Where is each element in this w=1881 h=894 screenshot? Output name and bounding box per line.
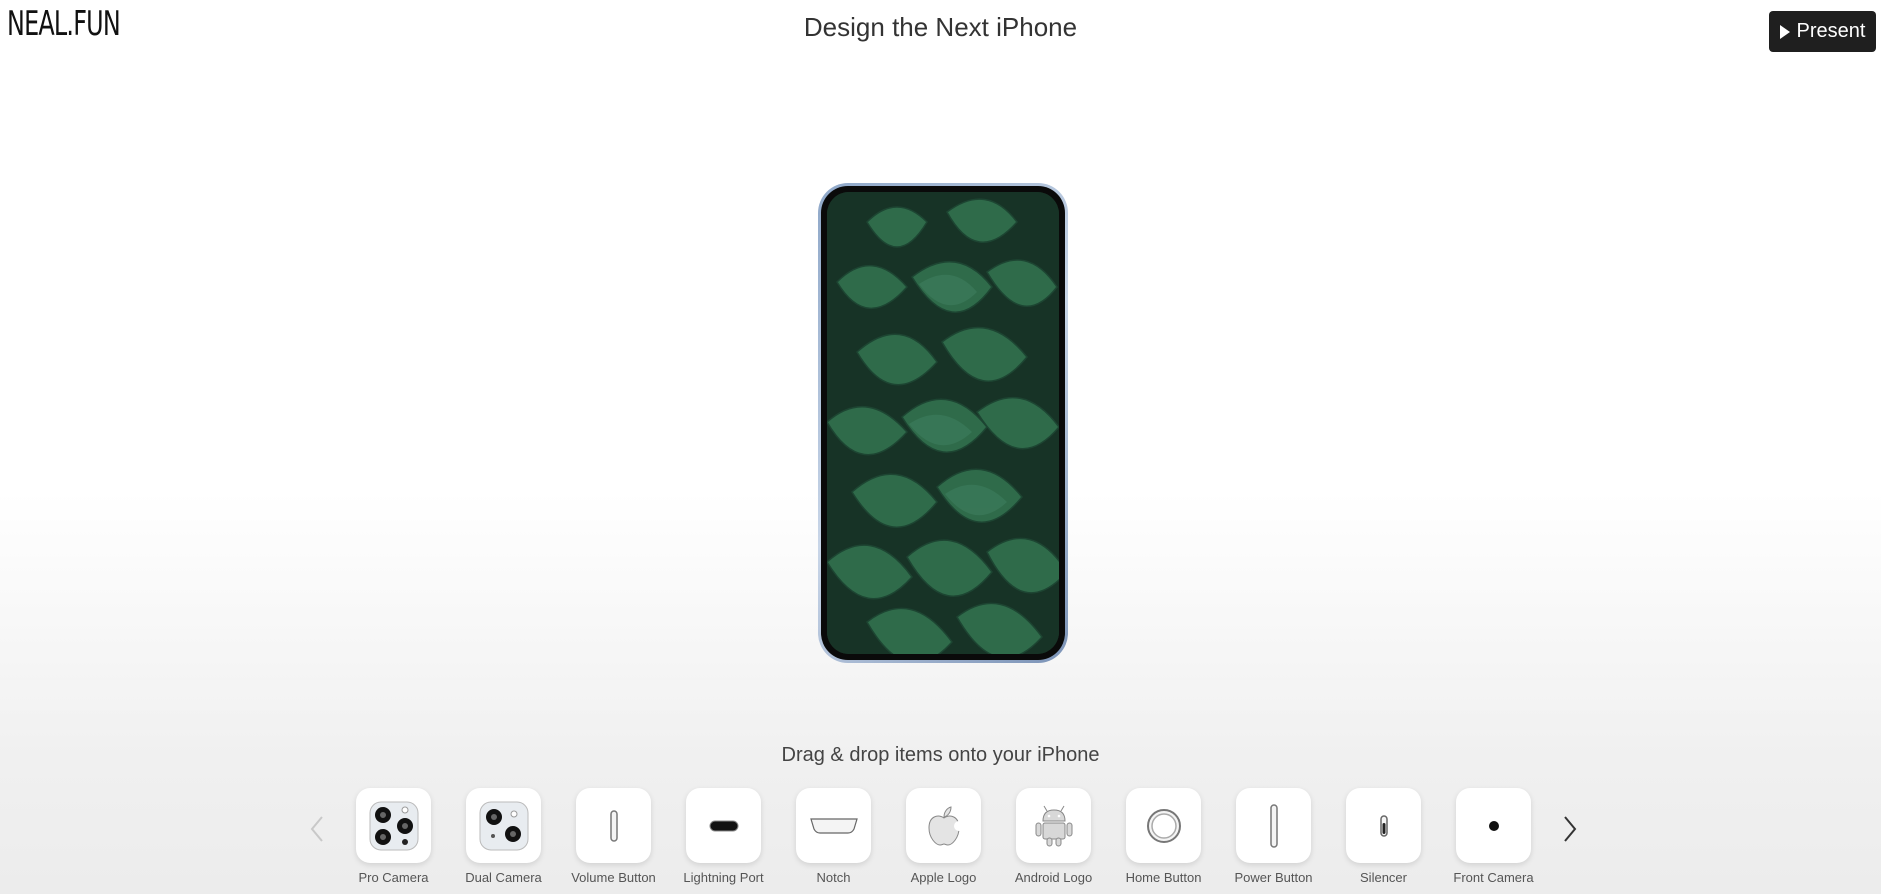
- silencer-icon[interactable]: [1346, 788, 1421, 863]
- pro-camera-icon[interactable]: [356, 788, 431, 863]
- page-title: Design the Next iPhone: [803, 12, 1078, 42]
- item-lightning-port[interactable]: Lightning Port: [683, 788, 764, 885]
- chevron-left-icon: [310, 816, 323, 842]
- item-label: Lightning Port: [683, 870, 764, 885]
- item-home-button[interactable]: Home Button: [1126, 788, 1201, 885]
- android-logo-icon[interactable]: [1016, 788, 1091, 863]
- item-label: Silencer: [1360, 870, 1407, 885]
- present-label: Present: [1796, 20, 1866, 42]
- item-label: Front Camera: [1453, 870, 1534, 885]
- parts-tray: Pro Camera Dual Camera Volume Button Lig…: [356, 788, 1534, 885]
- item-label: Home Button: [1125, 870, 1202, 885]
- item-label: Android Logo: [1014, 870, 1093, 885]
- drag-instruction: Drag & drop items onto your iPhone: [781, 744, 1100, 766]
- leaves-wallpaper: [827, 192, 1059, 654]
- home-button-icon[interactable]: [1126, 788, 1201, 863]
- item-notch[interactable]: Notch: [796, 788, 871, 885]
- volume-button-icon[interactable]: [576, 788, 651, 863]
- phone-bezel: [821, 186, 1065, 660]
- item-apple-logo[interactable]: Apple Logo: [906, 788, 981, 885]
- scroll-left-arrow[interactable]: [305, 812, 329, 846]
- play-icon: [1779, 24, 1790, 39]
- item-front-camera[interactable]: Front Camera: [1453, 788, 1534, 885]
- phone-screen-wallpaper: [827, 192, 1059, 654]
- apple-logo-icon[interactable]: [906, 788, 981, 863]
- scroll-right-arrow[interactable]: [1558, 812, 1582, 846]
- chevron-right-icon: [1564, 816, 1577, 842]
- dual-camera-icon[interactable]: [466, 788, 541, 863]
- item-android-logo[interactable]: Android Logo: [1014, 788, 1093, 885]
- item-volume-button[interactable]: Volume Button: [571, 788, 656, 885]
- item-dual-camera[interactable]: Dual Camera: [465, 788, 542, 885]
- front-camera-icon[interactable]: [1456, 788, 1531, 863]
- item-power-button[interactable]: Power Button: [1234, 788, 1313, 885]
- item-label: Apple Logo: [910, 870, 977, 885]
- iphone-canvas[interactable]: [818, 183, 1068, 663]
- item-label: Power Button: [1234, 870, 1313, 885]
- power-button-icon[interactable]: [1236, 788, 1311, 863]
- item-label: Dual Camera: [465, 870, 542, 885]
- notch-icon[interactable]: [796, 788, 871, 863]
- item-pro-camera[interactable]: Pro Camera: [356, 788, 431, 885]
- item-label: Volume Button: [571, 870, 656, 885]
- item-label: Pro Camera: [358, 870, 429, 885]
- lightning-port-icon[interactable]: [686, 788, 761, 863]
- item-label: Notch: [816, 870, 851, 885]
- present-button[interactable]: Present: [1769, 11, 1876, 52]
- item-silencer[interactable]: Silencer: [1346, 788, 1421, 885]
